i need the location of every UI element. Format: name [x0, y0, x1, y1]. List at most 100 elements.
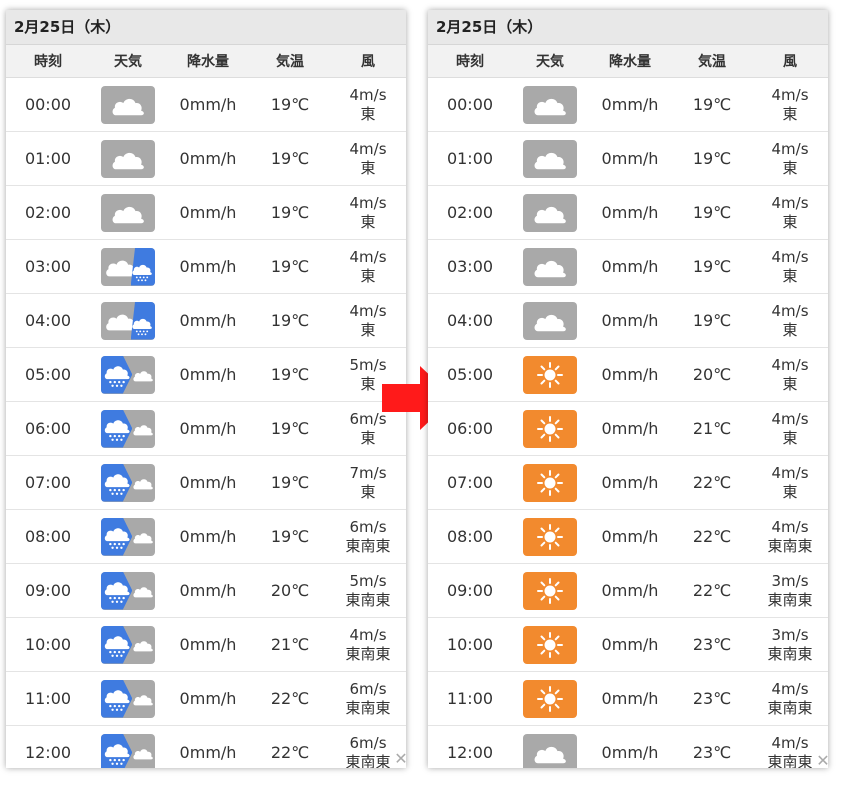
- sunny-icon: [523, 409, 577, 448]
- table-row: 07:00 0mm/h 19℃ 7m/s 東: [6, 456, 406, 510]
- sunny-icon: [523, 517, 577, 556]
- weather-cell: [90, 409, 166, 448]
- date-header: 2月25日（木）: [6, 10, 406, 45]
- header-time: 時刻: [34, 54, 62, 70]
- precipitation-cell: 0mm/h: [601, 635, 659, 654]
- precipitation-cell: 0mm/h: [601, 419, 659, 438]
- temperature-cell: 21℃: [692, 419, 732, 438]
- time-cell: 11:00: [24, 689, 72, 708]
- weather-cell: [512, 139, 588, 178]
- cloudy-icon: [523, 301, 577, 340]
- wind-cell: 4m/s 東: [752, 356, 828, 394]
- wind-direction: 東南東: [345, 590, 391, 609]
- close-icon[interactable]: ✕: [392, 750, 410, 768]
- precipitation-cell: 0mm/h: [601, 95, 659, 114]
- temperature-cell: 19℃: [270, 419, 310, 438]
- weather-cell: [512, 679, 588, 718]
- table-row: 05:00 0mm/h 19℃ 5m/s 東: [6, 348, 406, 402]
- wind-cell: 3m/s 東南東: [752, 626, 828, 664]
- wind-cell: 4m/s 東: [330, 248, 406, 286]
- wind-cell: 4m/s 東: [330, 140, 406, 178]
- time-cell: 08:00: [446, 527, 494, 546]
- weather-cell: [512, 409, 588, 448]
- wind-direction: 東: [782, 482, 798, 501]
- precipitation-cell: 0mm/h: [179, 95, 237, 114]
- time-cell: 09:00: [24, 581, 72, 600]
- temperature-cell: 19℃: [270, 311, 310, 330]
- weather-cell: [512, 463, 588, 502]
- wind-speed: 4m/s: [349, 139, 387, 158]
- wind-cell: 6m/s 東南東: [330, 518, 406, 556]
- precipitation-cell: 0mm/h: [179, 149, 237, 168]
- table-row: 06:00 0mm/h 19℃ 6m/s 東: [6, 402, 406, 456]
- cloudy-icon: [523, 139, 577, 178]
- rain-then-cloudy-icon: [101, 517, 155, 556]
- precipitation-cell: 0mm/h: [601, 743, 659, 762]
- wind-direction: 東: [782, 212, 798, 231]
- temperature-cell: 22℃: [692, 527, 732, 546]
- weather-cell: [90, 679, 166, 718]
- temperature-cell: 19℃: [692, 95, 732, 114]
- wind-speed: 4m/s: [771, 247, 809, 266]
- temperature-cell: 23℃: [692, 635, 732, 654]
- wind-direction: 東南東: [767, 698, 813, 717]
- precipitation-cell: 0mm/h: [601, 581, 659, 600]
- table-row: 12:00 0mm/h 22℃ 6m/s 東南東: [6, 726, 406, 768]
- precipitation-cell: 0mm/h: [601, 365, 659, 384]
- close-icon[interactable]: ✕: [814, 752, 832, 770]
- cloudy-then-rain-icon: [101, 301, 155, 340]
- temperature-cell: 19℃: [270, 527, 310, 546]
- header-wind: 風: [361, 54, 375, 70]
- table-row: 03:00 0mm/h 19℃ 4m/s 東: [428, 240, 828, 294]
- weather-cell: [512, 571, 588, 610]
- time-cell: 07:00: [446, 473, 494, 492]
- weather-cell: [90, 139, 166, 178]
- hourly-forecast-panel-before: 2月25日（木） 時刻 天気 降水量 気温 風 00:00 0mm/h 19℃ 4m/…: [6, 10, 406, 768]
- precipitation-cell: 0mm/h: [179, 257, 237, 276]
- temperature-cell: 22℃: [270, 743, 310, 762]
- precipitation-cell: 0mm/h: [179, 527, 237, 546]
- wind-direction: 東: [360, 212, 376, 231]
- table-row: 08:00 0mm/h 19℃ 6m/s 東南東: [6, 510, 406, 564]
- time-cell: 01:00: [446, 149, 494, 168]
- precipitation-cell: 0mm/h: [601, 257, 659, 276]
- cloudy-icon: [101, 193, 155, 232]
- weather-cell: [90, 625, 166, 664]
- wind-direction: 東南東: [767, 536, 813, 555]
- wind-speed: 4m/s: [771, 139, 809, 158]
- time-cell: 03:00: [446, 257, 494, 276]
- sunny-icon: [523, 625, 577, 664]
- table-row: 01:00 0mm/h 19℃ 4m/s 東: [6, 132, 406, 186]
- precipitation-cell: 0mm/h: [179, 635, 237, 654]
- temperature-cell: 19℃: [270, 257, 310, 276]
- wind-speed: 5m/s: [349, 571, 387, 590]
- precipitation-cell: 0mm/h: [601, 311, 659, 330]
- cloudy-icon: [101, 85, 155, 124]
- cloudy-icon: [523, 247, 577, 286]
- table-row: 12:00 0mm/h 23℃ 4m/s 東南東: [428, 726, 828, 768]
- wind-cell: 4m/s 東南東: [330, 626, 406, 664]
- table-row: 05:00 0mm/h 20℃ 4m/s 東: [428, 348, 828, 402]
- temperature-cell: 19℃: [270, 203, 310, 222]
- wind-direction: 東南東: [767, 590, 813, 609]
- rain-then-cloudy-icon: [101, 733, 155, 768]
- cloudy-icon: [523, 733, 577, 768]
- table-row: 03:00 0mm/h 19℃ 4m/s 東: [6, 240, 406, 294]
- header-wind: 風: [783, 54, 797, 70]
- weather-cell: [90, 355, 166, 394]
- temperature-cell: 23℃: [692, 743, 732, 762]
- weather-cell: [90, 193, 166, 232]
- wind-speed: 3m/s: [771, 625, 809, 644]
- wind-direction: 東: [782, 374, 798, 393]
- temperature-cell: 19℃: [692, 149, 732, 168]
- temperature-cell: 19℃: [270, 365, 310, 384]
- time-cell: 06:00: [24, 419, 72, 438]
- time-cell: 04:00: [24, 311, 72, 330]
- table-header: 時刻 天気 降水量 気温 風: [428, 45, 828, 78]
- precipitation-cell: 0mm/h: [179, 581, 237, 600]
- weather-cell: [90, 301, 166, 340]
- hourly-forecast-panel-after: 2月25日（木） 時刻 天気 降水量 気温 風 00:00 0mm/h 19℃ 4m/…: [428, 10, 828, 768]
- precipitation-cell: 0mm/h: [601, 203, 659, 222]
- rain-then-cloudy-icon: [101, 355, 155, 394]
- wind-direction: 東: [360, 482, 376, 501]
